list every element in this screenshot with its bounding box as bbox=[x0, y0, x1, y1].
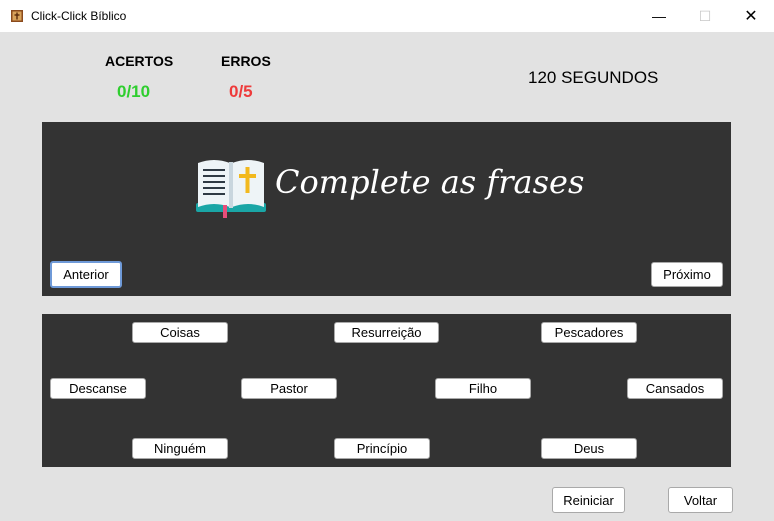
title-bar: Click-Click Bíblico — ☐ ✕ bbox=[0, 0, 774, 32]
word-button-coisas[interactable]: Coisas bbox=[132, 322, 228, 343]
word-button-descanse[interactable]: Descanse bbox=[50, 378, 146, 399]
bible-icon bbox=[11, 10, 23, 22]
word-button-resurreicao[interactable]: Resurreição bbox=[334, 322, 439, 343]
word-button-cansados[interactable]: Cansados bbox=[627, 378, 723, 399]
minimize-button[interactable]: — bbox=[636, 0, 682, 32]
hits-label: ACERTOS bbox=[105, 53, 174, 69]
word-button-deus[interactable]: Deus bbox=[541, 438, 637, 459]
hits-counter: 0/10 bbox=[117, 82, 151, 101]
word-button-ninguem[interactable]: Ninguém bbox=[132, 438, 228, 459]
word-button-pastor[interactable]: Pastor bbox=[241, 378, 337, 399]
timer: 120 SEGUNDOS bbox=[528, 68, 659, 87]
game-window: ACERTOS 0/10 ERROS 0/5 120 SEGUNDOS Comp… bbox=[0, 32, 774, 521]
question-panel: Complete as frases Anterior Próximo bbox=[42, 122, 731, 296]
next-button[interactable]: Próximo bbox=[651, 262, 723, 287]
errors-counter: 0/5 bbox=[229, 82, 253, 101]
maximize-button[interactable]: ☐ bbox=[682, 0, 728, 32]
restart-button[interactable]: Reiniciar bbox=[552, 487, 625, 513]
word-button-pescadores[interactable]: Pescadores bbox=[541, 322, 637, 343]
errors-label: ERROS bbox=[221, 53, 271, 69]
word-button-filho[interactable]: Filho bbox=[435, 378, 531, 399]
back-button[interactable]: Voltar bbox=[668, 487, 733, 513]
word-panel: Coisas Resurreição Pescadores Descanse P… bbox=[42, 314, 731, 467]
close-button[interactable]: ✕ bbox=[728, 0, 774, 32]
window-title: Click-Click Bíblico bbox=[31, 9, 127, 23]
previous-button[interactable]: Anterior bbox=[50, 261, 122, 288]
open-bible-icon bbox=[196, 160, 266, 218]
word-button-principio[interactable]: Princípio bbox=[334, 438, 430, 459]
question-heading: Complete as frases bbox=[275, 163, 585, 201]
